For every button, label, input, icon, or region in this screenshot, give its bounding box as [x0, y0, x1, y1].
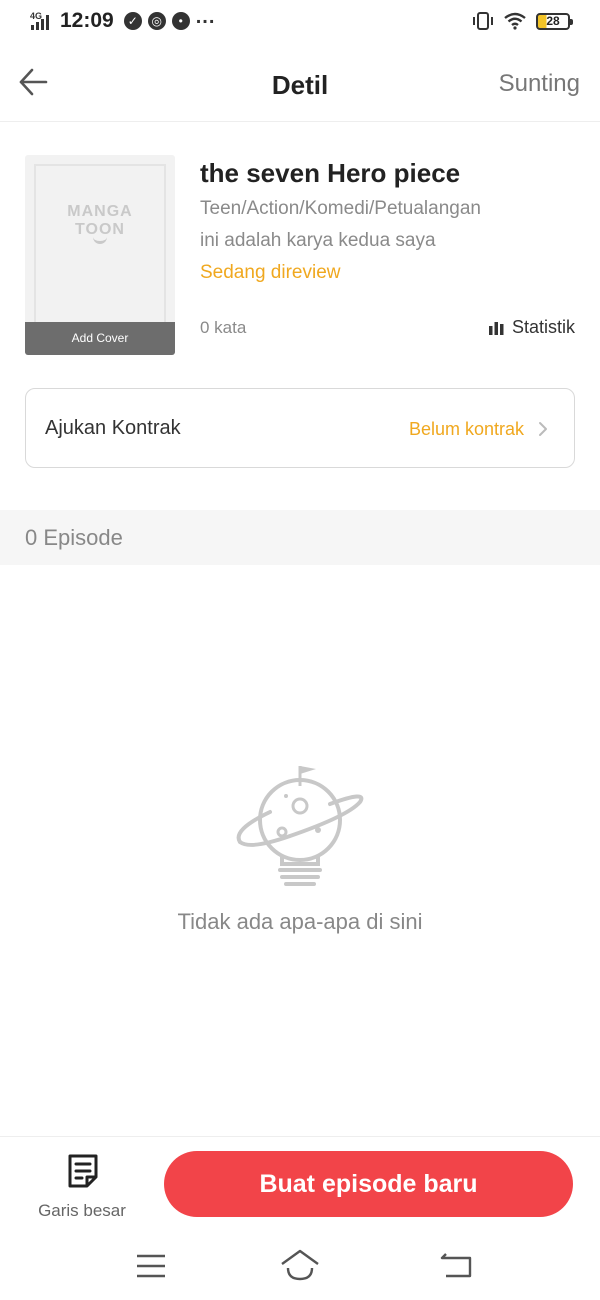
system-nav-bar	[0, 1232, 600, 1300]
outline-label: Garis besar	[38, 1201, 126, 1220]
bottom-action-bar: Garis besar Buat episode baru	[0, 1136, 600, 1232]
statistics-button[interactable]: Statistik	[488, 317, 575, 338]
contract-status: Belum kontrak	[408, 419, 524, 439]
episode-section-header: 0 Episode	[0, 510, 600, 565]
contract-label: Ajukan Kontrak	[45, 417, 181, 439]
statistics-label: Statistik	[511, 317, 575, 337]
status-bar: 4G 12:09 ✓ ◎ • ... 28	[0, 0, 600, 46]
review-status: Sedang direview	[200, 262, 341, 283]
work-genres: Teen/Action/Komedi/Petualangan	[200, 198, 481, 219]
work-description: ini adalah karya kedua saya	[200, 230, 436, 251]
status-time: 12:09	[60, 9, 114, 32]
back-arrow-icon	[19, 68, 48, 96]
status-left: 4G 12:09 ✓ ◎ • ...	[30, 5, 216, 33]
status-right: 28	[472, 11, 573, 31]
contract-card[interactable]: Ajukan Kontrak Belum kontrak	[25, 388, 575, 468]
logo-line-1: MANGA	[67, 203, 133, 220]
back-icon[interactable]	[440, 1250, 474, 1280]
empty-state-message: Tidak ada apa-apa di sini	[177, 909, 423, 934]
bar-chart-icon	[488, 321, 504, 335]
back-button[interactable]	[16, 64, 52, 100]
planet-lightbulb-icon	[236, 766, 364, 886]
check-circle-icon: ✓	[123, 12, 142, 30]
episode-count: 0 Episode	[25, 525, 123, 550]
wifi-icon	[504, 12, 526, 30]
battery-indicator: 28	[536, 12, 573, 30]
message-icon: •	[171, 12, 190, 30]
chrome-icon: ◎	[147, 12, 166, 30]
cover-frame	[34, 164, 166, 346]
cover-image[interactable]: MANGA TOON Add Cover	[25, 155, 175, 355]
outline-button[interactable]: Garis besar	[22, 1151, 142, 1223]
menu-icon[interactable]	[135, 1252, 167, 1280]
signal-icon: 4G	[30, 11, 49, 30]
edit-button[interactable]: Sunting	[499, 70, 580, 98]
home-icon[interactable]	[280, 1248, 320, 1282]
battery-level: 28	[546, 14, 560, 28]
create-episode-button[interactable]: Buat episode baru	[164, 1151, 573, 1217]
chevron-right-icon	[539, 422, 547, 436]
app-header: Detil Sunting	[0, 46, 600, 122]
cover-placeholder-logo: MANGA TOON	[25, 203, 175, 239]
more-notifications-icon: ...	[195, 5, 216, 28]
word-count: 0 kata	[200, 318, 247, 337]
work-title: the seven Hero piece	[200, 158, 461, 188]
network-label: 4G	[30, 11, 42, 21]
vibrate-icon	[473, 12, 493, 30]
add-cover-button[interactable]: Add Cover	[25, 322, 175, 355]
outline-document-icon	[68, 1154, 98, 1188]
